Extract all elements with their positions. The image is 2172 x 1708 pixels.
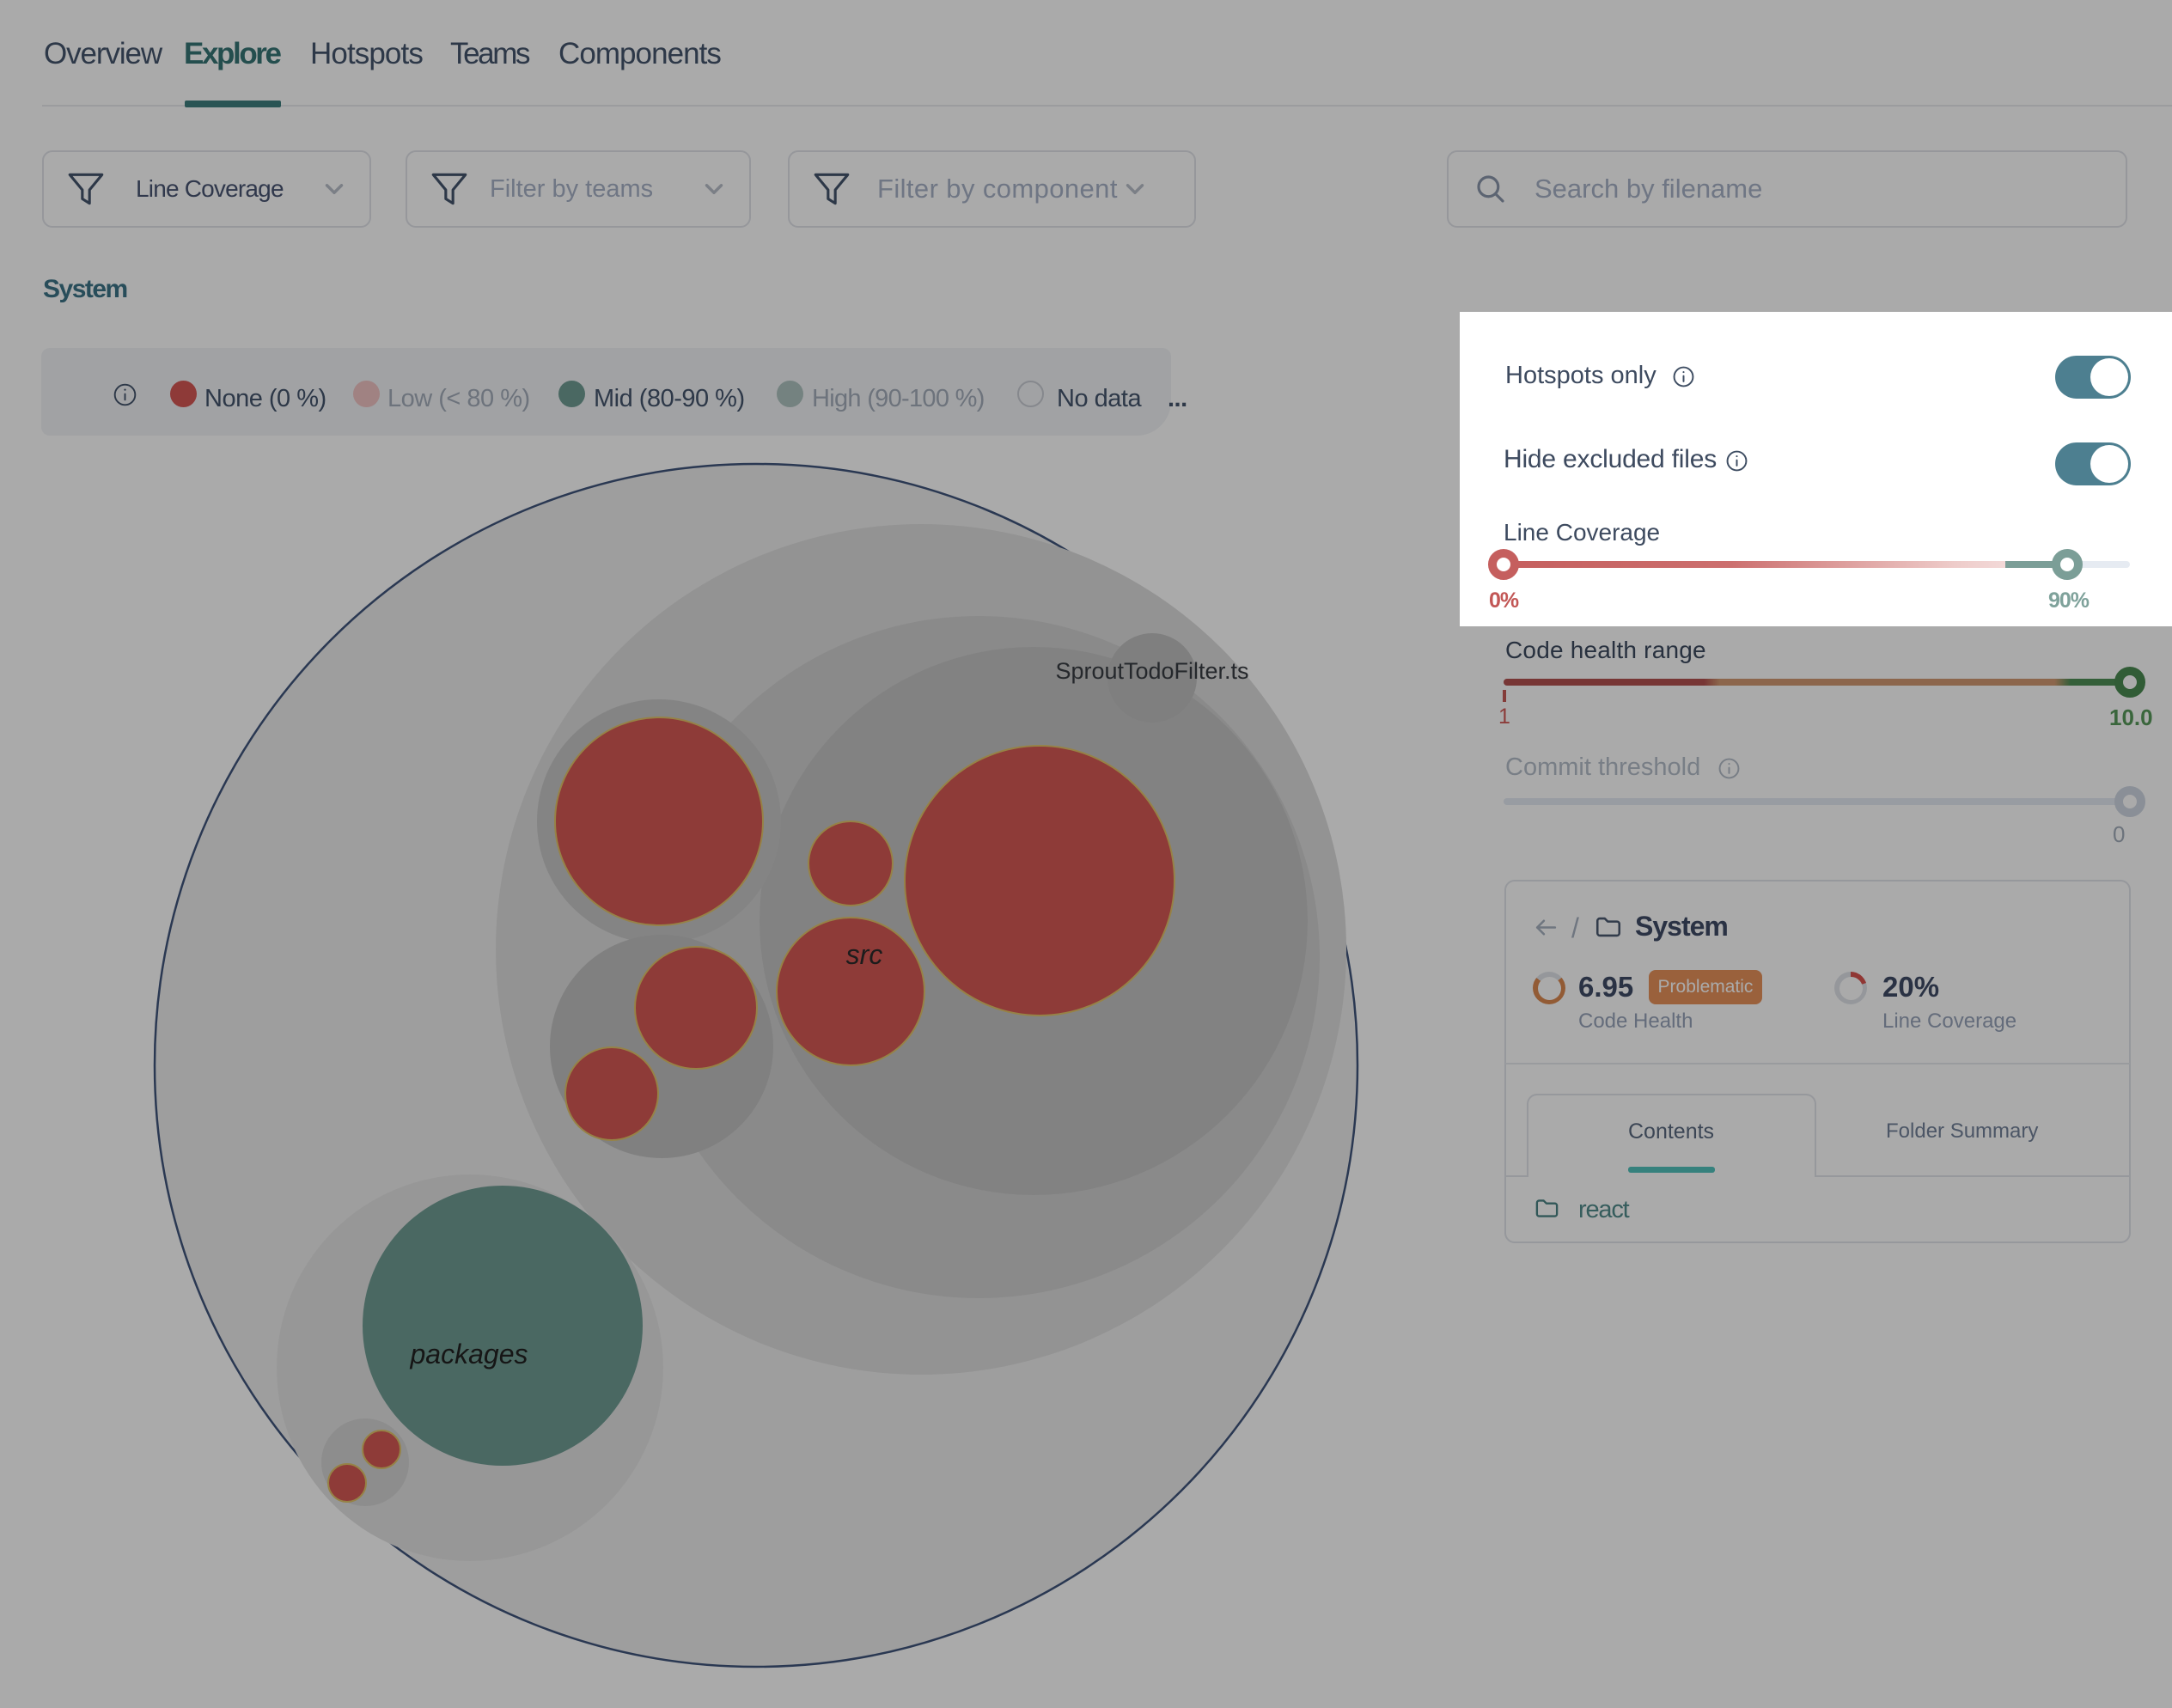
svg-text:src: src — [846, 939, 883, 970]
svg-text:packages: packages — [410, 1339, 528, 1369]
svg-text:SproutTodoFilter.ts: SproutTodoFilter.ts — [1055, 658, 1248, 684]
